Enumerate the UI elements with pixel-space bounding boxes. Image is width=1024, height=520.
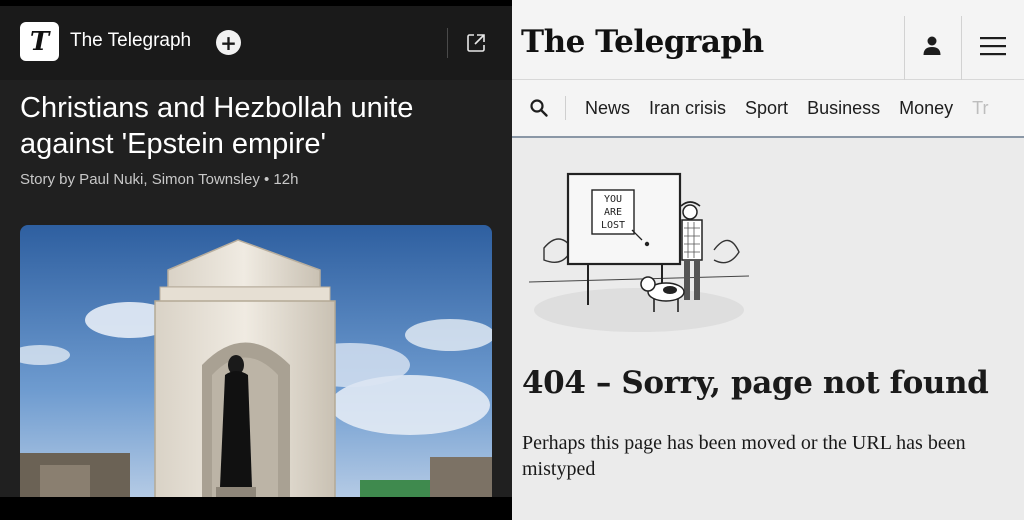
nav-item-news[interactable]: News xyxy=(585,98,630,119)
telegraph-logo[interactable]: The Telegraph xyxy=(521,24,764,60)
account-icon[interactable] xyxy=(921,34,943,56)
bottom-bar xyxy=(0,497,512,520)
nav-item-money[interactable]: Money xyxy=(899,98,953,119)
hero-image xyxy=(20,225,492,503)
article-header: T The Telegraph + xyxy=(0,6,512,80)
article-headline: Christians and Hezbollah unite against '… xyxy=(20,92,414,160)
masthead-divider xyxy=(961,16,962,80)
sign-line-1: YOU xyxy=(604,194,622,205)
nav-item-overflow[interactable]: Tr xyxy=(972,98,988,119)
nav-item-iran-crisis[interactable]: Iran crisis xyxy=(649,98,726,119)
header-divider xyxy=(447,28,448,58)
nav-items: News Iran crisis Sport Business Money Tr xyxy=(585,80,1007,136)
error-message: Perhaps this page has been moved or the … xyxy=(522,432,966,480)
lost-cartoon-illustration: YOU ARE LOST xyxy=(528,172,750,332)
article-pane: T The Telegraph + Christians and Hezboll… xyxy=(0,0,512,520)
follow-button[interactable]: + xyxy=(216,30,241,55)
publisher-name[interactable]: The Telegraph xyxy=(70,30,191,52)
sign-line-2: ARE xyxy=(604,207,622,218)
sign-line-3: LOST xyxy=(601,220,625,231)
article-byline: Story by Paul Nuki, Simon Townsley • 12h xyxy=(20,171,299,188)
nav-separator xyxy=(565,96,566,120)
search-icon[interactable] xyxy=(529,98,549,118)
hamburger-menu-icon[interactable] xyxy=(980,36,1006,56)
error-title: 404 – Sorry, page not found xyxy=(522,365,989,401)
masthead-divider xyxy=(904,16,905,80)
nav-item-sport[interactable]: Sport xyxy=(745,98,788,119)
publisher-logo-icon[interactable]: T xyxy=(20,22,59,61)
section-nav: News Iran crisis Sport Business Money Tr xyxy=(512,80,1024,138)
telegraph-page: The Telegraph News Iran crisis Sport Bus… xyxy=(512,0,1024,520)
open-external-icon[interactable] xyxy=(464,31,488,55)
nav-item-business[interactable]: Business xyxy=(807,98,880,119)
masthead: The Telegraph xyxy=(512,0,1024,80)
